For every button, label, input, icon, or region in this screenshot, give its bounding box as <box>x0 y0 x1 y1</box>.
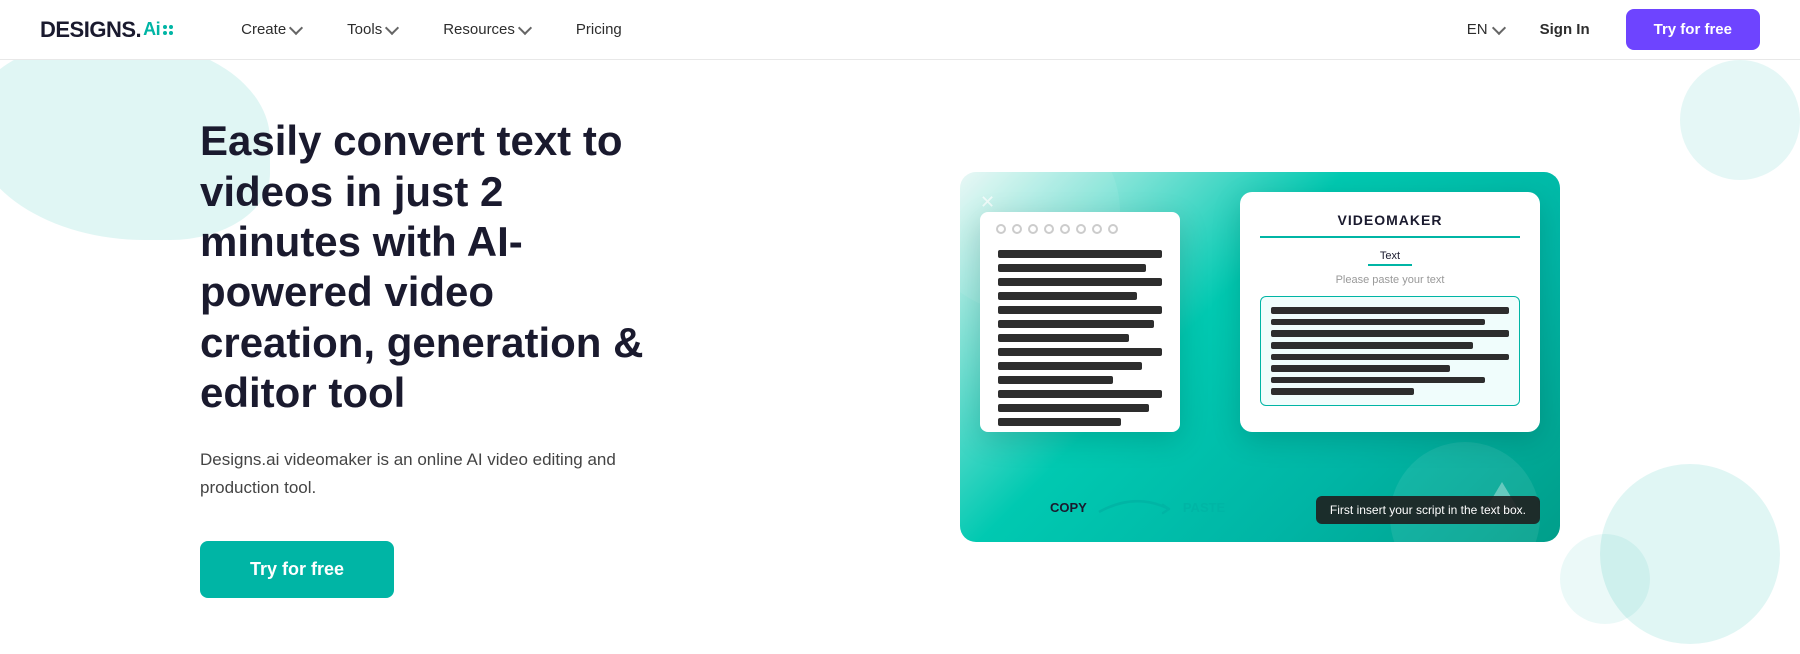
vm-line-6 <box>998 320 1154 328</box>
vm-hole-3 <box>1028 224 1038 234</box>
vm-paste-line-1 <box>1271 307 1509 314</box>
vm-paste-line-5 <box>1271 354 1509 361</box>
vm-close-icon-1: ✕ <box>980 192 995 213</box>
vm-text-lines <box>992 244 1168 432</box>
vm-line-3 <box>998 278 1162 286</box>
nav-item-tools[interactable]: Tools <box>329 13 415 46</box>
logo-dots <box>163 25 173 35</box>
vm-paste-line-2 <box>1271 319 1485 326</box>
vm-line-2 <box>998 264 1146 272</box>
hero-title: Easily convert text to videos in just 2 … <box>200 116 660 418</box>
try-free-hero-button[interactable]: Try for free <box>200 541 394 598</box>
nav-links: Create Tools Resources Pricing <box>223 13 1467 46</box>
videomaker-mockup: ✕ ✕ <box>960 172 1560 542</box>
vm-hole-5 <box>1060 224 1070 234</box>
hero-content: Easily convert text to videos in just 2 … <box>200 116 660 598</box>
vm-paste-line-4 <box>1271 342 1473 349</box>
vm-hole-7 <box>1092 224 1102 234</box>
resources-chevron-icon <box>518 21 532 35</box>
vm-paste-label: PASTE <box>1183 500 1225 515</box>
logo[interactable]: DESIGNS. Ai <box>40 17 173 43</box>
vm-line-9 <box>998 362 1142 370</box>
nav-right: EN Sign In Try for free <box>1467 9 1760 50</box>
hero-description: Designs.ai videomaker is an online AI vi… <box>200 446 660 500</box>
create-chevron-icon <box>289 21 303 35</box>
vm-paste-line-6 <box>1271 365 1450 372</box>
vm-line-13 <box>998 418 1121 426</box>
vm-paste-area <box>1260 296 1520 406</box>
vm-line-10 <box>998 376 1113 384</box>
vm-line-7 <box>998 334 1129 342</box>
vm-tooltip: First insert your script in the text box… <box>1316 496 1540 524</box>
vm-paste-line-8 <box>1271 388 1414 395</box>
logo-text: DESIGNS. <box>40 17 141 43</box>
vm-arrow-icon <box>1095 497 1175 517</box>
vm-tab-text[interactable]: Text <box>1368 248 1412 266</box>
vm-card: VIDEOMAKER Text Please paste your text <box>1240 192 1540 432</box>
vm-paste-line-3 <box>1271 330 1509 337</box>
try-free-nav-button[interactable]: Try for free <box>1626 9 1760 50</box>
vm-copy-label: COPY <box>1050 500 1087 515</box>
vm-hole-6 <box>1076 224 1086 234</box>
vm-copy-paste-area: COPY PASTE <box>1050 497 1225 517</box>
nav-item-resources[interactable]: Resources <box>425 13 548 46</box>
nav-item-pricing[interactable]: Pricing <box>558 13 640 46</box>
lang-chevron-icon <box>1492 21 1506 35</box>
vm-line-4 <box>998 292 1137 300</box>
vm-line-1 <box>998 250 1162 258</box>
vm-hole-8 <box>1108 224 1118 234</box>
vm-card-title: VIDEOMAKER <box>1260 212 1520 238</box>
vm-notebook-card <box>980 212 1180 432</box>
nav-item-create[interactable]: Create <box>223 13 319 46</box>
vm-card-tabs: Text <box>1260 248 1520 266</box>
hero-image-container: ✕ ✕ <box>660 60 1800 654</box>
vm-placeholder-text: Please paste your text <box>1260 274 1520 286</box>
hero-section: Easily convert text to videos in just 2 … <box>0 60 1800 654</box>
vm-hole-1 <box>996 224 1006 234</box>
vm-hole-4 <box>1044 224 1054 234</box>
tools-chevron-icon <box>385 21 399 35</box>
vm-line-11 <box>998 390 1162 398</box>
language-selector[interactable]: EN <box>1467 21 1504 38</box>
vm-notebook-holes <box>992 224 1168 234</box>
logo-ai: Ai <box>143 19 160 40</box>
vm-line-12 <box>998 404 1149 412</box>
vm-line-5 <box>998 306 1162 314</box>
vm-hole-2 <box>1012 224 1022 234</box>
vm-line-8 <box>998 348 1162 356</box>
navbar: DESIGNS. Ai Create Tools Resources <box>0 0 1800 60</box>
vm-paste-line-7 <box>1271 377 1485 384</box>
sign-in-button[interactable]: Sign In <box>1524 13 1606 46</box>
